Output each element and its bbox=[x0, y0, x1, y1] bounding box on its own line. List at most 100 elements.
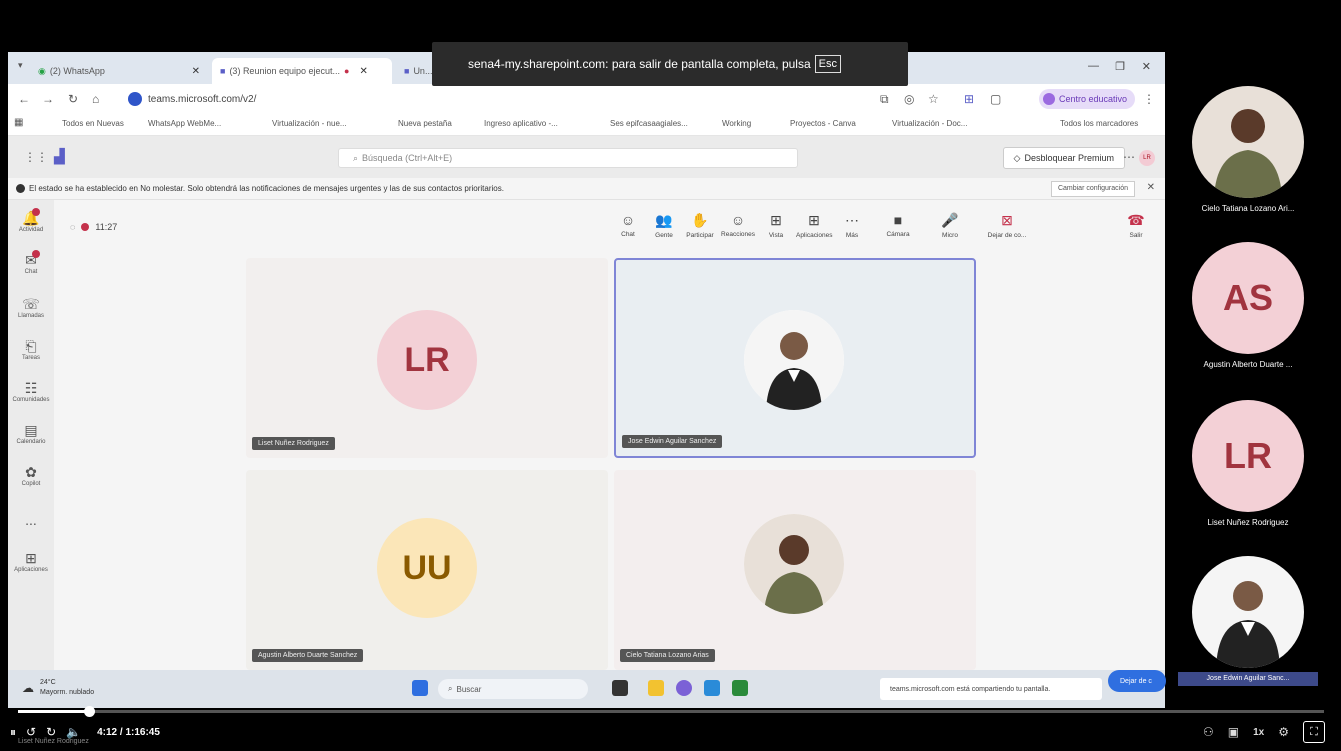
premium-button[interactable]: ◇ Desbloquear Premium bbox=[1002, 147, 1125, 169]
tab-whatsapp[interactable]: ◉ (2) WhatsApp ✕ bbox=[30, 58, 208, 84]
change-settings-button[interactable]: Cambiar configuración bbox=[1050, 181, 1135, 197]
bookmark-item[interactable]: Nueva pestaña bbox=[398, 119, 452, 128]
start-icon[interactable] bbox=[412, 680, 428, 696]
bookmark-item[interactable]: WhatsApp WebMe... bbox=[148, 119, 221, 128]
tab-label: (2) WhatsApp bbox=[49, 66, 105, 76]
apps-button[interactable]: ⊞ Aplicaciones bbox=[796, 212, 833, 239]
left-rail: 🔔 Actividad ✉ Chat ☏ Llamadas ⎗ Tareas ☷… bbox=[8, 200, 54, 670]
apps-grid-icon[interactable]: ▦ bbox=[14, 117, 23, 128]
forward-icon[interactable]: ↻ bbox=[46, 725, 56, 739]
people-icon[interactable]: ⚇ bbox=[1203, 725, 1214, 739]
volume-icon[interactable]: 🔈 bbox=[66, 725, 81, 739]
raise-hand-button[interactable]: ✋ Participar bbox=[682, 212, 718, 239]
stop-sharing-button[interactable]: ⊠ Dejar de co... bbox=[982, 212, 1032, 239]
bookmark-item[interactable]: Todos en Nuevas bbox=[62, 119, 124, 128]
bookmark-item[interactable]: Virtualización - Doc... bbox=[892, 119, 967, 128]
close-tab-icon[interactable]: ✕ bbox=[359, 66, 367, 77]
mic-button[interactable]: 🎤 Micro bbox=[932, 212, 968, 239]
more-icon[interactable]: ⋯ bbox=[1123, 150, 1135, 164]
excel-icon[interactable] bbox=[732, 680, 748, 696]
rail-item-tasks[interactable]: ⎗ Tareas bbox=[8, 338, 54, 361]
participant-name-active: Jose Edwin Aguilar Sanc... bbox=[1178, 672, 1318, 686]
rail-item-calls[interactable]: ☏ Llamadas bbox=[8, 296, 54, 319]
strip-participant[interactable]: Cielo Tatiana Lozano Ari... bbox=[1178, 86, 1318, 213]
store-icon[interactable] bbox=[704, 680, 720, 696]
person-photo-icon bbox=[1192, 86, 1304, 198]
leave-button[interactable]: ☎ Salir bbox=[1118, 212, 1154, 239]
captions-icon[interactable]: ▣ bbox=[1228, 725, 1239, 739]
bookmark-item[interactable]: Working bbox=[722, 119, 751, 128]
caption-name: Liset Nuñez Rodriguez bbox=[18, 738, 89, 745]
reactions-button[interactable]: ☺ Reacciones bbox=[720, 212, 756, 238]
search-input[interactable]: ⌕ Búsqueda (Ctrl+Alt+E) bbox=[338, 148, 798, 168]
taskbar-search[interactable]: ⌕ Buscar bbox=[438, 679, 588, 699]
fullscreen-button[interactable]: ⛶ bbox=[1303, 721, 1325, 743]
rail-item-apps[interactable]: ⊞ Aplicaciones bbox=[8, 550, 54, 573]
chat-icon: ✉ bbox=[8, 250, 54, 269]
participant-tile[interactable]: LR Liset Nuñez Rodriguez bbox=[246, 258, 608, 458]
teams-icon: ■ bbox=[220, 66, 226, 76]
participant-photo bbox=[1192, 556, 1304, 668]
bookmark-item[interactable]: Ingreso aplicativo -... bbox=[484, 119, 558, 128]
folder-icon[interactable] bbox=[648, 680, 664, 696]
me-avatar[interactable]: LR bbox=[1139, 150, 1155, 166]
task-view-icon[interactable] bbox=[612, 680, 628, 696]
restore-icon[interactable]: ❐ bbox=[1115, 60, 1125, 73]
reload-icon[interactable]: ↻ bbox=[68, 92, 78, 106]
strip-participant[interactable]: AS Agustin Alberto Duarte ... bbox=[1178, 242, 1318, 369]
tab-third[interactable]: ■ Un... bbox=[396, 58, 436, 84]
strip-participant[interactable]: LR Liset Nuñez Rodriguez bbox=[1178, 400, 1318, 527]
whatsapp-icon: ◉ bbox=[38, 65, 46, 76]
participant-name: Liset Nuñez Rodriguez bbox=[1207, 518, 1289, 527]
participant-tile-active[interactable]: Jose Edwin Aguilar Sanchez bbox=[614, 258, 976, 458]
rail-item-chat[interactable]: ✉ Chat bbox=[8, 250, 54, 275]
rail-item-more[interactable]: ... bbox=[8, 512, 54, 528]
chat-button[interactable]: ☺ Chat bbox=[610, 212, 646, 238]
rail-item-calendar[interactable]: ▤ Calendario bbox=[8, 422, 54, 445]
stop-share-button[interactable]: Dejar de c bbox=[1108, 670, 1166, 692]
home-icon[interactable]: ⌂ bbox=[92, 92, 99, 106]
view-button[interactable]: ⊞ Vista bbox=[758, 212, 794, 239]
close-window-icon[interactable]: ✕ bbox=[1142, 60, 1151, 73]
pause-icon[interactable]: ⏸ bbox=[10, 725, 16, 740]
rail-item-activity[interactable]: 🔔 Actividad bbox=[8, 208, 54, 233]
extensions-icon[interactable]: ⊞ bbox=[964, 92, 974, 106]
close-icon[interactable]: ✕ bbox=[1147, 182, 1155, 193]
more-button[interactable]: ⋯ Más bbox=[834, 212, 870, 239]
people-icon: ☷ bbox=[24, 380, 38, 396]
bookmark-item[interactable]: Virtualización - nue... bbox=[272, 119, 347, 128]
all-bookmarks[interactable]: Todos los marcadores bbox=[1060, 119, 1138, 128]
participant-tile[interactable]: Cielo Tatiana Lozano Arias bbox=[614, 470, 976, 670]
rail-item-communities[interactable]: ☷ Comunidades bbox=[8, 380, 54, 403]
rail-item-copilot[interactable]: ✿ Copilot bbox=[8, 464, 54, 487]
star-icon[interactable]: ☆ bbox=[928, 92, 939, 106]
close-tab-icon[interactable]: ✕ bbox=[192, 66, 200, 77]
url-field[interactable]: teams.microsoft.com/v2/ bbox=[128, 89, 868, 109]
back-icon[interactable]: ← bbox=[18, 92, 30, 106]
forward-icon[interactable]: → bbox=[42, 92, 54, 106]
progress-knob[interactable] bbox=[84, 706, 96, 717]
tab-teams-meeting[interactable]: ■ (3) Reunion equipo ejecut... ● ✕ bbox=[212, 58, 392, 84]
camera-button[interactable]: ■ Cámara bbox=[880, 212, 916, 238]
menu-icon[interactable]: ⋮ bbox=[1143, 92, 1155, 106]
screen-share-icon[interactable]: ⧉ bbox=[880, 92, 889, 107]
playback-speed[interactable]: 1x bbox=[1253, 727, 1264, 738]
incognito-icon[interactable]: ◎ bbox=[904, 92, 914, 106]
profile-button[interactable]: Centro educativo bbox=[1038, 89, 1135, 109]
hangup-icon: ☎ bbox=[1127, 212, 1145, 228]
participant-tile[interactable]: UU Agustin Alberto Duarte Sanchez bbox=[246, 470, 608, 670]
copilot-icon[interactable] bbox=[676, 680, 692, 696]
people-button[interactable]: 👥 Gente bbox=[646, 212, 682, 239]
gear-icon[interactable]: ⚙ bbox=[1278, 725, 1289, 739]
rewind-icon[interactable]: ↺ bbox=[26, 725, 36, 739]
waffle-icon[interactable]: ⋮⋮ bbox=[24, 150, 48, 164]
weather-widget[interactable]: ☁ 24°C Mayorm. nublado bbox=[22, 678, 94, 698]
sidepanel-icon[interactable]: ▢ bbox=[990, 92, 1001, 106]
person-photo-icon bbox=[1192, 556, 1304, 668]
video-progress-bar[interactable] bbox=[18, 706, 1324, 717]
strip-participant[interactable] bbox=[1178, 556, 1318, 668]
bookmark-item[interactable]: Proyectos - Canva bbox=[790, 119, 856, 128]
minimize-icon[interactable]: — bbox=[1088, 60, 1099, 72]
tab-list-icon[interactable]: ▾ bbox=[18, 60, 23, 71]
bookmark-item[interactable]: Ses epifcasaagiales... bbox=[610, 119, 688, 128]
